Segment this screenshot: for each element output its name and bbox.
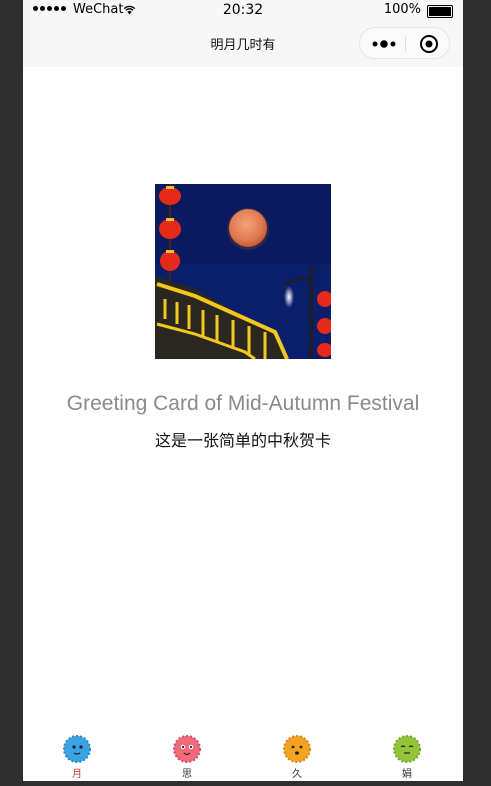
mid-autumn-moon-image [155,184,331,359]
tab-label: 思 [182,769,192,780]
blue-face-icon [63,735,91,763]
more-options-icon[interactable] [372,39,398,49]
phone-screen: WeChat 20:32 100% 明月几时有 Greeting Card of… [23,0,463,781]
capsule-divider [405,36,406,52]
card-title: Greeting Card of Mid-Autumn Festival [66,392,420,415]
tab-label: 久 [292,769,302,780]
tab-label: 娟 [402,769,412,780]
tab-yue[interactable]: 月 [47,734,107,781]
tab-bar: 月 思 久 娟 [23,730,463,781]
tab-jiu[interactable]: 久 [267,734,327,781]
orange-face-icon [283,735,311,763]
green-face-icon [393,735,421,763]
status-bar: WeChat 20:32 100% [23,0,463,20]
tab-si[interactable]: 思 [157,734,217,781]
card-subtitle: 这是一张简单的中秋贺卡 [154,431,331,450]
tab-label: 月 [72,769,82,780]
navigation-bar: 明月几时有 [23,20,463,67]
battery-icon [427,5,453,18]
tab-juan[interactable]: 娟 [377,734,437,781]
close-mini-program-icon[interactable] [419,34,439,54]
mini-program-capsule [359,27,450,59]
battery-percent: 100% [383,2,421,17]
red-face-icon [173,735,201,763]
